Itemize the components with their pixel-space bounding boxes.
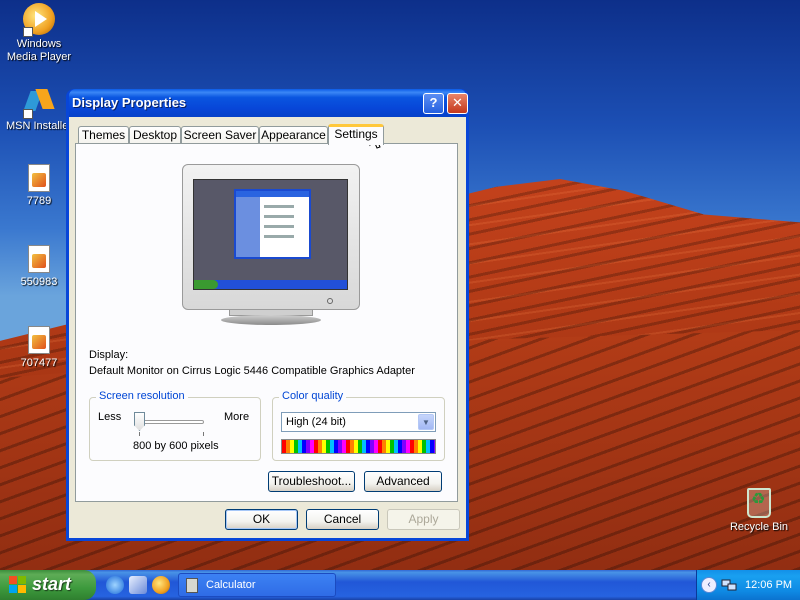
preview-start-button	[194, 280, 218, 289]
msn-butterfly-icon	[23, 85, 55, 119]
internet-explorer-icon[interactable]	[106, 576, 124, 594]
monitor-preview[interactable]	[182, 164, 360, 325]
apply-button[interactable]: Apply	[387, 509, 460, 530]
monitor-power-icon	[327, 298, 333, 304]
windows-logo-icon	[9, 576, 27, 594]
window-title: Display Properties	[72, 95, 187, 110]
system-tray: ‹ 12:06 PM	[696, 570, 800, 600]
preview-window	[234, 189, 311, 259]
shortcut-arrow-icon	[23, 109, 33, 119]
monitor-bezel	[182, 164, 360, 310]
windows-media-player-icon	[23, 3, 55, 37]
color-quality-value: High (24 bit)	[286, 416, 346, 428]
cancel-button[interactable]: Cancel	[306, 509, 379, 530]
color-quality-dropdown[interactable]: High (24 bit) ▼	[281, 412, 436, 432]
taskbar: start Calculator ‹ 12:06 PM	[0, 570, 800, 600]
resolution-more-label: More	[224, 411, 250, 423]
clock[interactable]: 12:06 PM	[745, 579, 792, 591]
resolution-slider-thumb[interactable]	[134, 412, 145, 431]
tab-settings[interactable]: Settings	[328, 124, 384, 145]
image-file-icon	[28, 164, 50, 192]
help-button[interactable]: ?	[423, 93, 444, 114]
show-hidden-icons-button[interactable]: ‹	[701, 577, 717, 593]
advanced-button[interactable]: Advanced	[364, 471, 442, 492]
color-quality-group: Color quality High (24 bit) ▼	[272, 390, 445, 461]
desktop-icon-recycle-bin[interactable]: Recycle Bin	[721, 488, 797, 534]
tab-desktop[interactable]: Desktop	[129, 126, 181, 144]
start-label: start	[32, 574, 72, 594]
settings-tab-panel: Display: Default Monitor on Cirrus Logic…	[75, 143, 458, 502]
screen-resolution-legend: Screen resolution	[96, 390, 188, 402]
taskbar-button-label: Calculator	[206, 579, 256, 591]
preview-line	[264, 235, 294, 238]
preview-line	[264, 205, 294, 208]
windows-media-player-quicklaunch-icon[interactable]	[152, 576, 170, 594]
slider-tick	[203, 432, 204, 436]
display-properties-window: Display Properties ? ✕ Themes Desktop Sc…	[66, 89, 469, 541]
chevron-down-icon[interactable]: ▼	[418, 414, 434, 430]
display-adapter-value: Default Monitor on Cirrus Logic 5446 Com…	[89, 365, 415, 377]
display-label: Display:	[89, 349, 129, 361]
help-icon: ?	[429, 95, 438, 110]
outlook-express-icon[interactable]	[129, 576, 147, 594]
resolution-less-label: Less	[98, 411, 122, 423]
desktop-icon-windows-media-player[interactable]: Windows Media Player	[1, 3, 77, 64]
slider-tick	[139, 432, 140, 436]
monitor-stand	[221, 315, 321, 325]
resolution-value: 800 by 600 pixels	[133, 440, 219, 452]
shortcut-arrow-icon	[23, 27, 33, 37]
tab-screen-saver[interactable]: Screen Saver	[181, 126, 259, 144]
screen-resolution-group: Screen resolution Less More 800 by 600 p…	[89, 390, 261, 461]
recycle-bin-icon	[747, 488, 771, 518]
troubleshoot-button[interactable]: Troubleshoot...	[268, 471, 355, 492]
monitor-screen-preview	[193, 179, 348, 290]
color-spectrum-bar	[281, 439, 436, 454]
image-file-icon	[28, 326, 50, 354]
color-quality-legend: Color quality	[279, 390, 347, 402]
desktop-icon-label: Windows Media Player	[6, 38, 72, 63]
close-button[interactable]: ✕	[447, 93, 468, 114]
ok-button[interactable]: OK	[225, 509, 298, 530]
tab-appearance[interactable]: Appearance	[259, 126, 328, 144]
resolution-slider-track[interactable]	[136, 420, 204, 424]
preview-window-sidebar	[236, 197, 260, 257]
close-icon: ✕	[452, 95, 463, 110]
start-button[interactable]: start	[0, 570, 96, 600]
taskbar-button-calculator[interactable]: Calculator	[178, 573, 336, 597]
dialog-client-area: Themes Desktop Screen Saver Appearance S…	[69, 117, 466, 538]
title-bar[interactable]: Display Properties ? ✕	[69, 89, 468, 117]
preview-line	[264, 215, 294, 218]
tab-themes[interactable]: Themes	[78, 126, 129, 144]
preview-line	[264, 225, 294, 228]
image-file-icon	[28, 245, 50, 273]
desktop-icon-label: Recycle Bin	[729, 521, 789, 533]
calculator-icon	[186, 578, 198, 593]
network-icon[interactable]	[721, 577, 737, 593]
